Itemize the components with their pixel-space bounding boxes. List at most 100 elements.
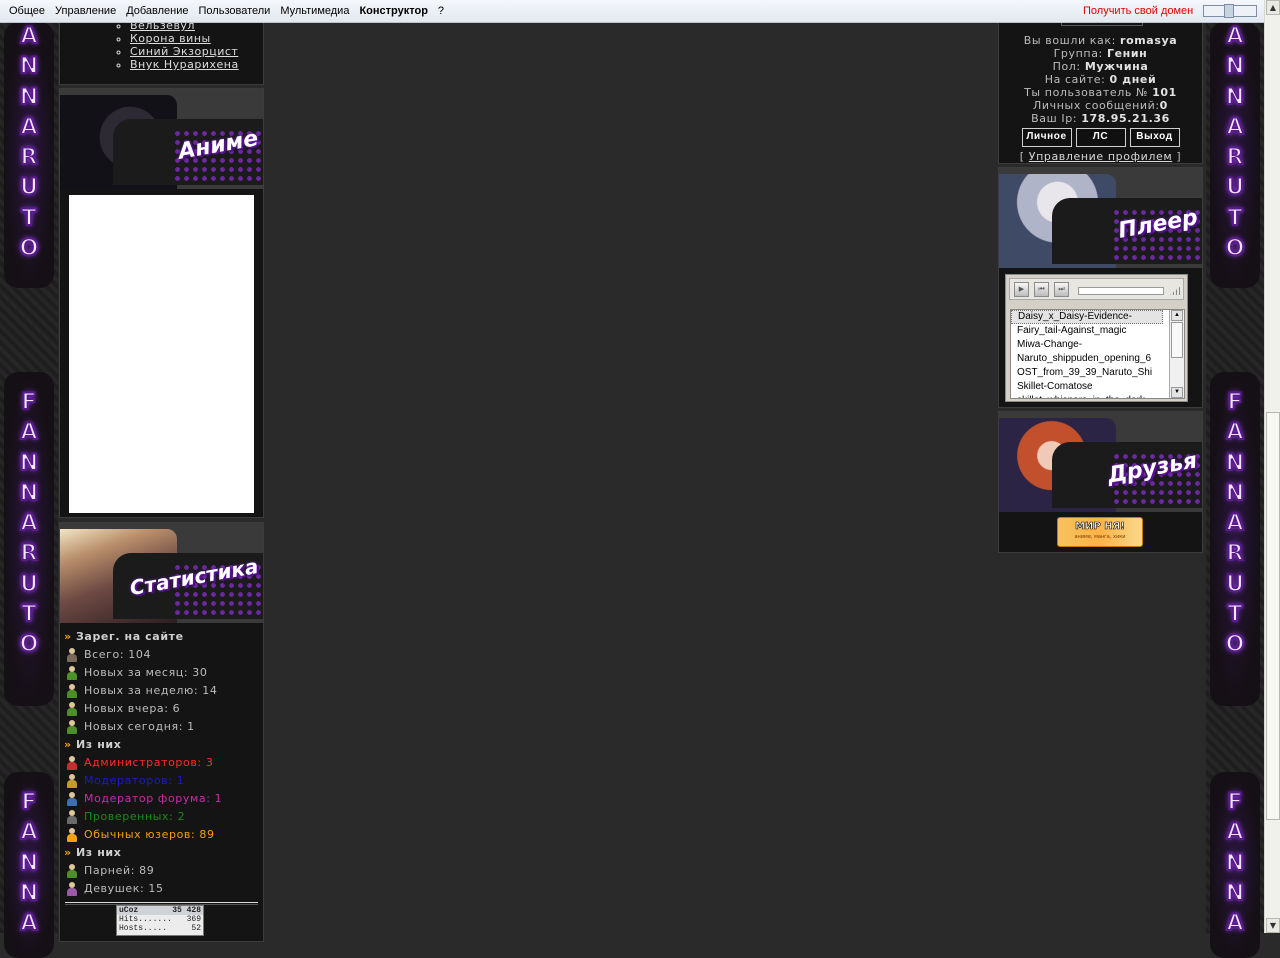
- counter-hits: Hits....... 369: [117, 915, 203, 924]
- sections-list: Вельзевул Корона вины Синий Экзорцист Вн…: [60, 19, 263, 71]
- personal-button[interactable]: Личное: [1021, 128, 1072, 147]
- banner-subtitle: аниме, манга, хики: [1074, 534, 1126, 540]
- progress-bar[interactable]: [1078, 287, 1164, 295]
- menu-multimedia[interactable]: Мультимедиа: [275, 5, 354, 17]
- stats-row: Новых за неделю: 14: [60, 682, 263, 700]
- stats-row: Новых за месяц: 30: [60, 664, 263, 682]
- stats-row-text: Всего: 104: [84, 648, 152, 661]
- ip-label: Ваш Ip:: [1031, 112, 1078, 125]
- manage-profile-line: [ Управление профилем ]: [999, 150, 1202, 163]
- side-text-middle-right: F A N N A R U T O: [1210, 372, 1260, 706]
- player-panel: Плеер ▶ ⏮ ⏭ Daisy_x_Daisy-Evidence- Fair…: [998, 167, 1203, 408]
- next-icon[interactable]: ⏭: [1054, 282, 1069, 297]
- manage-profile-link[interactable]: Управление профилем: [1029, 150, 1172, 163]
- admin-menu: Общее Управление Добавление Пользователи…: [4, 5, 449, 17]
- playlist-track[interactable]: Naruto_shippuden_opening_6: [1011, 352, 1169, 366]
- logout-button[interactable]: Выход: [1129, 128, 1180, 147]
- left-side-decoration: A N N A R U T O F A N N A R U T O F A N …: [0, 22, 58, 958]
- side-letter: N: [1225, 84, 1245, 111]
- pm-value: 0: [1159, 99, 1168, 112]
- zoom-slider[interactable]: [1203, 4, 1257, 18]
- section-link[interactable]: Корона вины: [130, 32, 211, 45]
- user-number-value: 101: [1152, 86, 1177, 99]
- side-letter: F: [20, 389, 37, 416]
- scroll-up-icon[interactable]: ▲: [1171, 310, 1183, 321]
- menu-constructor[interactable]: Конструктор: [354, 5, 432, 17]
- stats-row: Модератор форума: 1: [60, 790, 263, 808]
- forum-moderator-icon: [66, 792, 78, 806]
- side-letter: A: [1225, 114, 1244, 141]
- side-text-top-left: A N N A R U T O: [4, 22, 54, 288]
- scroll-down-icon[interactable]: ▼: [1171, 387, 1183, 398]
- stats-row: Новых вчера: 6: [60, 700, 263, 718]
- get-domain-link[interactable]: Получить свой домен: [1083, 5, 1193, 17]
- stats-row-text: Парней: 89: [84, 864, 155, 877]
- stats-row-text: Девушек: 15: [84, 882, 164, 895]
- section-link[interactable]: Синий Экзорцист: [130, 45, 238, 58]
- menu-help[interactable]: ?: [433, 5, 449, 17]
- playlist-scrollbar[interactable]: ▲ ▼: [1169, 310, 1184, 398]
- private-messages-button[interactable]: ЛС: [1075, 128, 1126, 147]
- gender-line: Пол: Мужчина: [999, 60, 1202, 73]
- side-letter: A: [1225, 419, 1244, 446]
- regular-user-icon: [66, 828, 78, 842]
- play-icon[interactable]: ▶: [1014, 282, 1029, 297]
- side-letter: N: [19, 480, 39, 507]
- side-text-middle-left: F A N N A R U T O: [4, 372, 54, 706]
- stats-row-text: Обычных юзеров: 89: [84, 828, 215, 841]
- playlist-track[interactable]: Fairy_tail-Against_magic: [1011, 324, 1169, 338]
- user-icon: [66, 720, 78, 734]
- side-letter: R: [20, 540, 39, 567]
- side-letter: N: [19, 880, 39, 907]
- menu-users[interactable]: Пользователи: [194, 5, 276, 17]
- page-scrollbar[interactable]: ▲ ▼: [1264, 0, 1280, 933]
- playlist-track[interactable]: OST_from_39_39_Naruto_Shi: [1011, 366, 1169, 380]
- side-letter: N: [19, 84, 39, 111]
- stats-row: Обычных юзеров: 89: [60, 826, 263, 844]
- scroll-down-icon[interactable]: ▼: [1266, 918, 1280, 933]
- pm-line: Личных сообщений:0: [999, 99, 1202, 112]
- player-controls: ▶ ⏮ ⏭: [1009, 278, 1184, 300]
- group-line: Группа: Генин: [999, 47, 1202, 60]
- group-value: Генин: [1106, 47, 1148, 60]
- playlist-scroll-thumb[interactable]: [1171, 322, 1183, 358]
- side-letter: U: [19, 571, 39, 598]
- playlist-track[interactable]: Daisy_x_Daisy-Evidence-: [1011, 310, 1163, 324]
- ucoz-counter[interactable]: uCoz 35 428 Hits....... 369 Hosts..... 52: [116, 905, 204, 936]
- playlist-track[interactable]: Skillet-Comatose: [1011, 380, 1169, 394]
- list-item: Синий Экзорцист: [130, 45, 263, 58]
- playlist: Daisy_x_Daisy-Evidence- Fairy_tail-Again…: [1010, 309, 1185, 399]
- side-letter: T: [20, 205, 37, 232]
- on-site-value: 0 дней: [1109, 73, 1157, 86]
- playlist-track[interactable]: skillet_whispers_in_the_dark: [1011, 394, 1169, 398]
- user-buttons: Личное ЛС Выход: [999, 128, 1202, 147]
- menu-general[interactable]: Общее: [4, 5, 50, 17]
- scroll-up-icon[interactable]: ▲: [1266, 0, 1280, 15]
- bracket-open: [: [1019, 150, 1025, 163]
- user-icon: [66, 684, 78, 698]
- user-info-panel: Вы вошли как: romasya Группа: Генин Пол:…: [998, 14, 1203, 164]
- stats-row-text: Новых за неделю: 14: [84, 684, 218, 697]
- list-item: Корона вины: [130, 32, 263, 45]
- counter-total: 35 428: [172, 906, 201, 915]
- volume-icon[interactable]: [1170, 285, 1182, 295]
- side-letter: R: [1226, 144, 1245, 171]
- menu-manage[interactable]: Управление: [50, 5, 121, 17]
- user-number-line: Ты пользователь № 101: [999, 86, 1202, 99]
- side-letter: N: [19, 850, 39, 877]
- section-link[interactable]: Внук Нурарихена: [130, 58, 239, 71]
- menu-add[interactable]: Добавление: [121, 5, 193, 17]
- side-text-top-right: A N N A R U T O: [1210, 22, 1260, 288]
- logged-as-label: Вы вошли как:: [1023, 34, 1116, 47]
- stats-row: Модераторов: 1: [60, 772, 263, 790]
- side-letter: N: [1225, 450, 1245, 477]
- page-scroll-thumb[interactable]: [1266, 412, 1280, 820]
- previous-icon[interactable]: ⏮: [1034, 282, 1049, 297]
- list-item: Внук Нурарихена: [130, 58, 263, 71]
- stats-row-text: Модератор форума: 1: [84, 792, 223, 805]
- side-letter: R: [20, 144, 39, 171]
- playlist-track[interactable]: Miwa-Change-: [1011, 338, 1169, 352]
- counter-hosts-label: Hosts.....: [119, 924, 168, 933]
- zoom-slider-knob[interactable]: [1224, 4, 1234, 18]
- friend-site-banner[interactable]: МИР НЯ! аниме, манга, хики: [1057, 517, 1143, 547]
